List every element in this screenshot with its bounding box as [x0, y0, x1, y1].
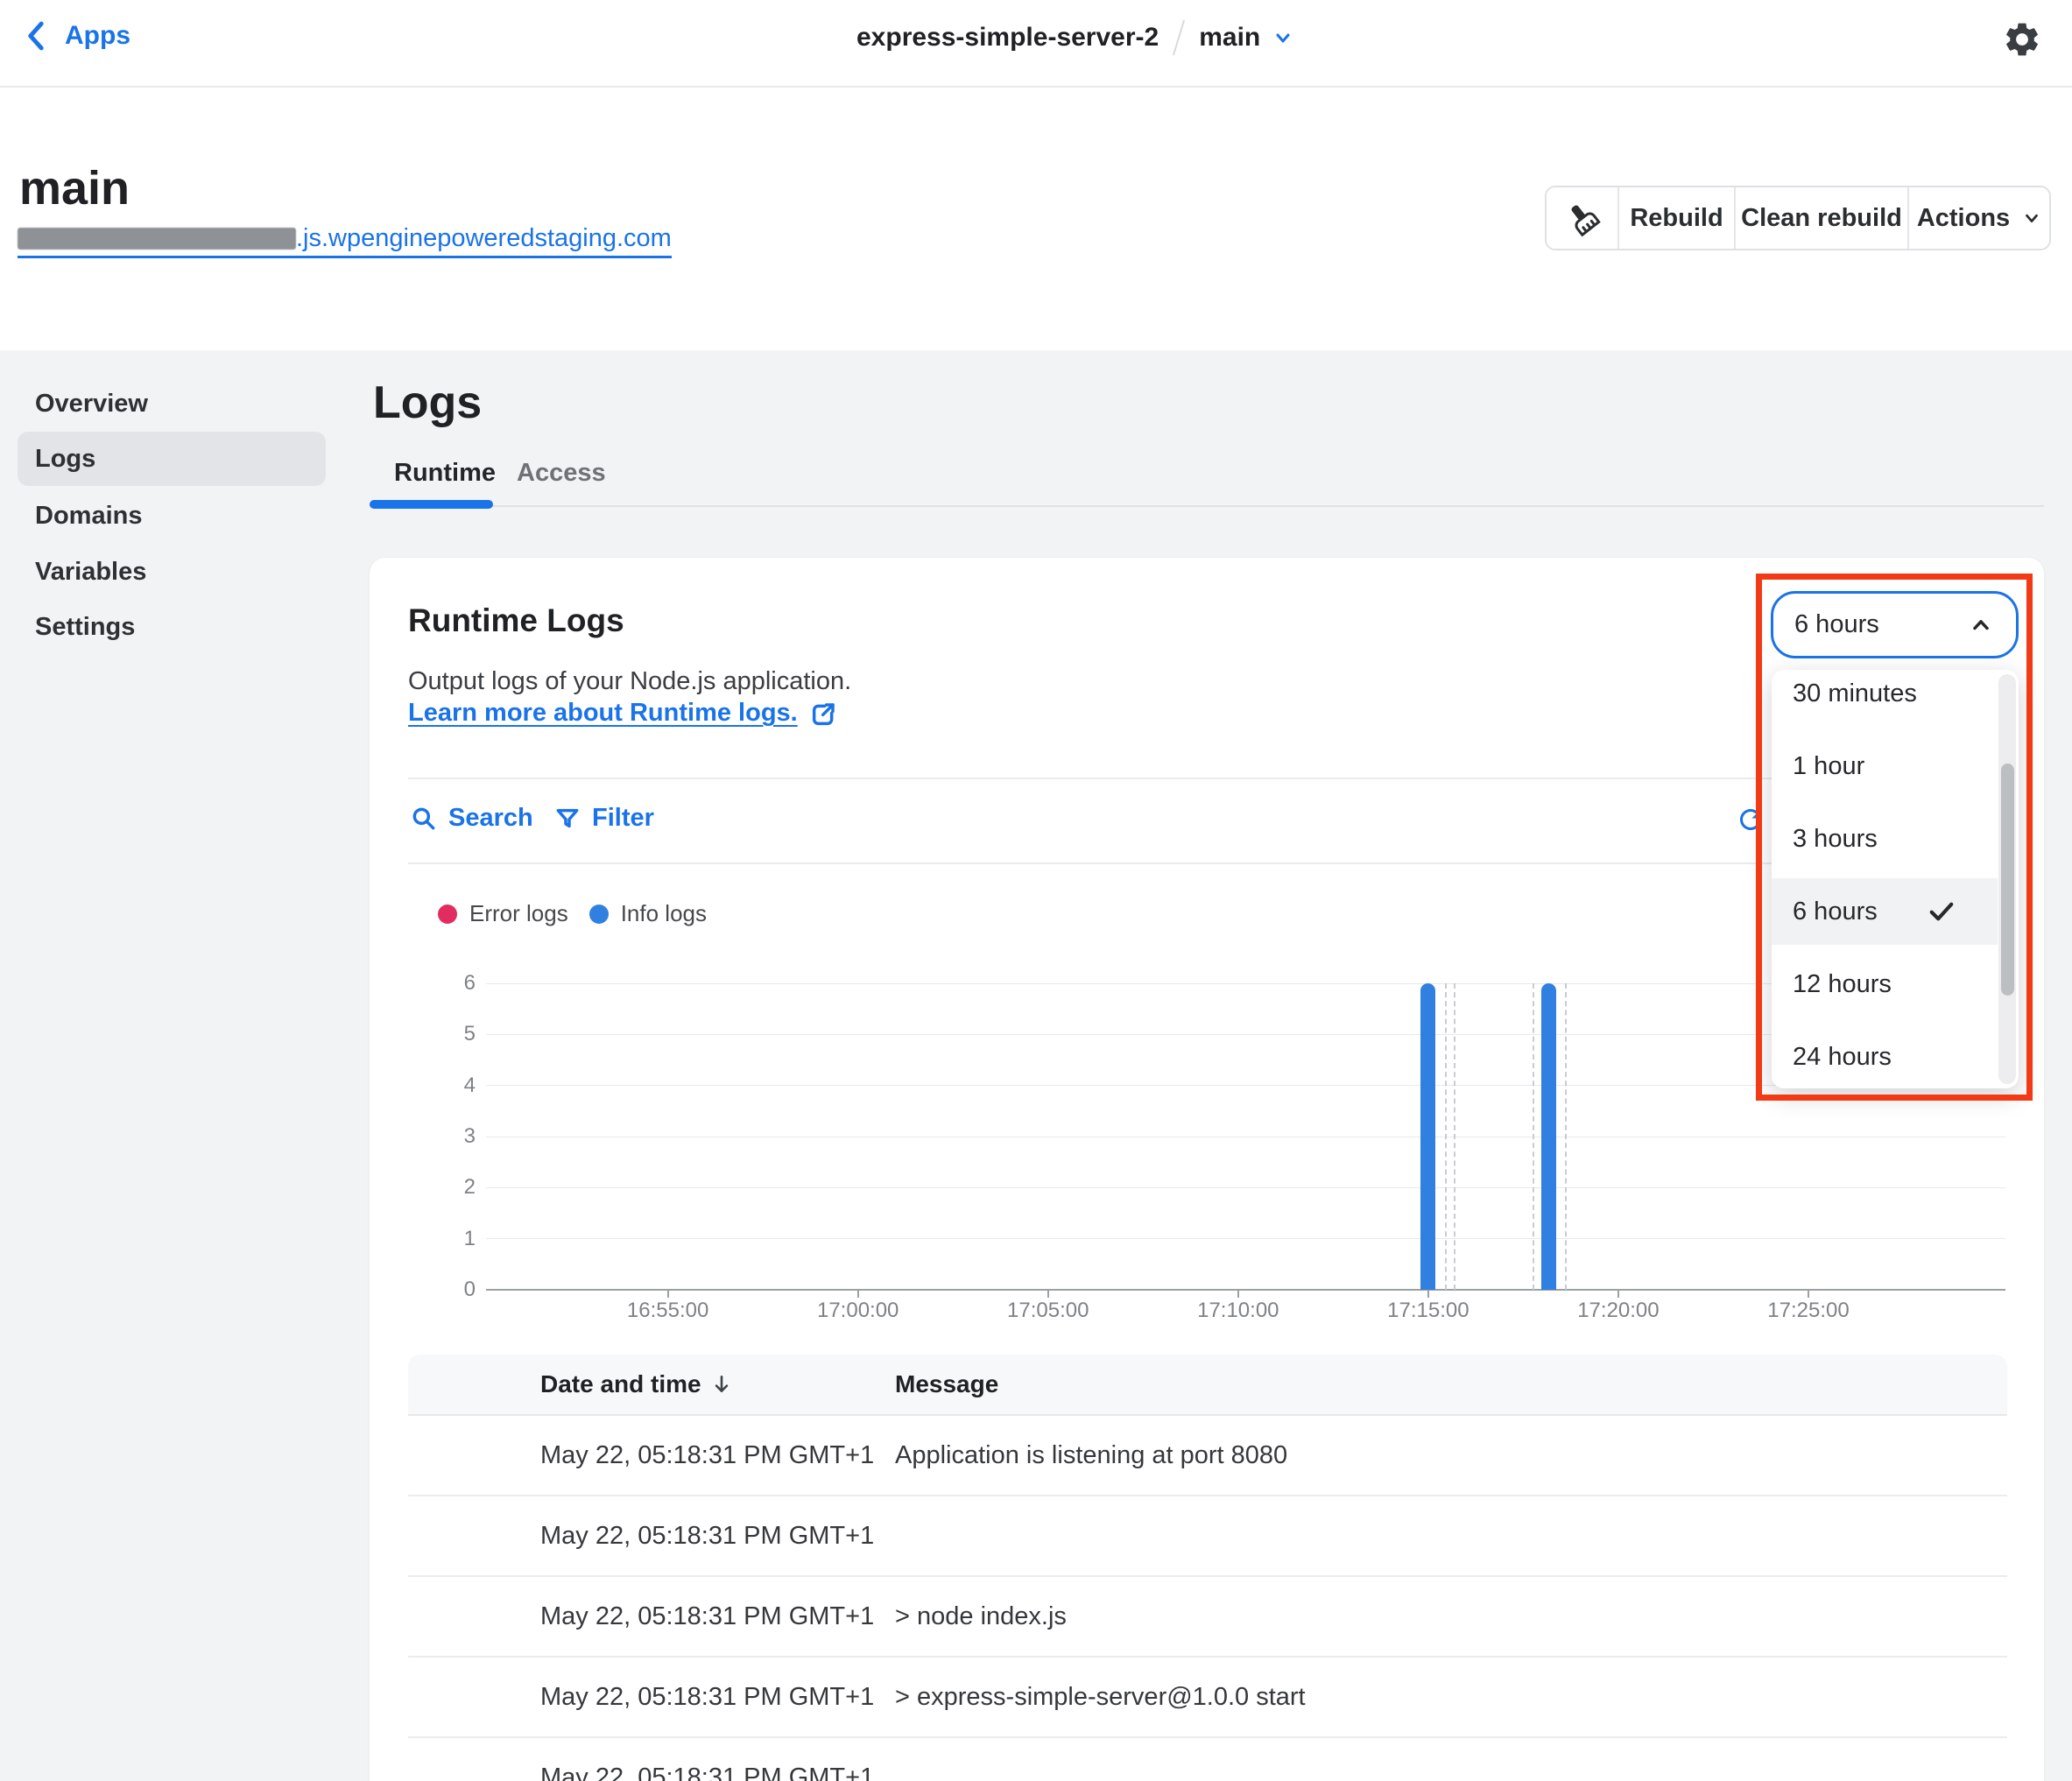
sidebar-item-label: Logs	[35, 445, 95, 474]
table-row[interactable]: May 22, 05:18:31 PM GMT+1 > node index.j…	[408, 1577, 2007, 1658]
external-link-icon	[810, 700, 838, 728]
sidebar-item-domains[interactable]: Domains	[18, 489, 326, 543]
rebuild-button[interactable]: Rebuild	[1619, 187, 1734, 249]
divider	[408, 778, 2007, 779]
dropdown-scrollbar-thumb[interactable]	[2001, 764, 2014, 996]
sidebar-item-variables[interactable]: Variables	[18, 545, 326, 599]
actions-button-label: Actions	[1917, 204, 2010, 233]
table-row[interactable]: May 22, 05:18:31 PM GMT+1 Application is…	[408, 1416, 2007, 1496]
info-logs-dot-icon	[589, 905, 609, 924]
back-link-label: Apps	[65, 21, 130, 51]
rebuild-button-label: Rebuild	[1630, 204, 1723, 233]
settings-gear-icon[interactable]	[2002, 19, 2042, 60]
legend-label-info: Info logs	[621, 900, 707, 927]
search-button[interactable]: Search	[410, 804, 533, 833]
logs-table-header: Date and time Message	[408, 1355, 2007, 1416]
column-header-message-label: Message	[895, 1370, 998, 1397]
page-environment-title: main	[19, 161, 130, 215]
legend-label-error: Error logs	[469, 900, 568, 927]
log-datetime-cell: May 22, 05:18:31 PM GMT+1	[408, 1602, 895, 1631]
table-row[interactable]: May 22, 05:18:31 PM GMT+1 > express-simp…	[408, 1658, 2007, 1738]
environment-chevron-down-icon[interactable]	[1272, 27, 1293, 48]
actions-chevron-down-icon	[2022, 208, 2041, 228]
breadcrumb-app-name: express-simple-server-2	[856, 23, 1159, 53]
app-window: Apps express-simple-server-2 main main .…	[0, 0, 2072, 1781]
search-icon	[410, 805, 438, 833]
tabs-bottom-border	[370, 505, 2044, 507]
menu-option-label: 24 hours	[1793, 1043, 1892, 1072]
menu-option-30-minutes[interactable]: 30 minutes	[1772, 670, 1998, 727]
broom-icon	[1560, 196, 1604, 241]
sort-descending-arrow-icon	[710, 1373, 733, 1396]
log-datetime-cell: May 22, 05:18:31 PM GMT+1	[408, 1683, 895, 1712]
menu-option-label: 30 minutes	[1793, 679, 1917, 708]
breadcrumb: express-simple-server-2 main	[856, 19, 1293, 56]
column-header-date-label: Date and time	[540, 1370, 701, 1398]
filter-funnel-icon	[553, 805, 581, 833]
menu-option-1-hour[interactable]: 1 hour	[1772, 733, 1998, 799]
environment-actions-button-group: Rebuild Clean rebuild Actions	[1545, 186, 2051, 250]
page-title: Logs	[373, 377, 482, 429]
menu-option-6-hours[interactable]: 6 hours	[1772, 878, 1998, 945]
sidebar-item-settings[interactable]: Settings	[18, 600, 326, 654]
sidebar-item-label: Variables	[35, 558, 146, 587]
refresh-icon[interactable]	[1735, 804, 1766, 835]
redacted-url-blur	[18, 228, 296, 250]
active-tab-underline	[370, 500, 493, 509]
log-datetime-cell: May 22, 05:18:31 PM GMT+1	[408, 1522, 895, 1551]
menu-option-label: 6 hours	[1793, 898, 1878, 926]
learn-more-label: Learn more about Runtime logs.	[408, 699, 798, 728]
learn-more-link[interactable]: Learn more about Runtime logs.	[408, 699, 838, 728]
time-range-dropdown-button[interactable]: 6 hours	[1771, 591, 2019, 658]
sidebar-item-label: Settings	[35, 613, 135, 642]
legend-entry-info: Info logs	[589, 900, 707, 927]
time-range-dropdown-menu: 30 minutes 1 hour 3 hours 6 hours 12 hou…	[1772, 670, 2019, 1088]
actions-menu-button[interactable]: Actions	[1909, 187, 2049, 249]
menu-option-label: 12 hours	[1793, 970, 1892, 999]
search-label: Search	[448, 804, 533, 833]
breadcrumb-separator	[1173, 20, 1185, 56]
log-message-cell: > express-simple-server@1.0.0 start	[895, 1683, 2007, 1712]
log-datetime-cell: May 22, 05:18:31 PM GMT+1	[408, 1441, 895, 1470]
panel-title: Runtime Logs	[408, 602, 624, 639]
column-header-date[interactable]: Date and time	[408, 1370, 895, 1398]
checkmark-icon	[1926, 896, 1957, 927]
menu-option-12-hours[interactable]: 12 hours	[1772, 951, 1998, 1017]
divider	[408, 862, 2007, 864]
tab-access[interactable]: Access	[517, 459, 606, 488]
column-header-message: Message	[895, 1370, 2007, 1398]
logs-table: Date and time Message May 22, 05:18:31 P…	[408, 1355, 2007, 1781]
legend-entry-error: Error logs	[438, 900, 568, 927]
menu-option-24-hours[interactable]: 24 hours	[1772, 1024, 1998, 1088]
table-row[interactable]: May 22, 05:18:31 PM GMT+1	[408, 1496, 2007, 1577]
error-logs-dot-icon	[438, 905, 457, 924]
menu-option-label: 3 hours	[1793, 825, 1878, 854]
filter-label: Filter	[592, 804, 654, 833]
sidebar-item-label: Domains	[35, 502, 142, 531]
log-message-cell: Application is listening at port 8080	[895, 1441, 2007, 1470]
back-chevron-icon	[25, 21, 47, 51]
menu-option-3-hours[interactable]: 3 hours	[1772, 806, 1998, 872]
environment-url-link[interactable]: .js.wpenginepoweredstaging.com	[18, 224, 672, 258]
sidebar-item-label: Overview	[35, 390, 148, 419]
filter-button[interactable]: Filter	[553, 804, 654, 833]
log-message-cell: > node index.js	[895, 1602, 2007, 1631]
back-to-apps-link[interactable]: Apps	[25, 21, 130, 51]
sidebar-item-logs[interactable]: Logs	[18, 432, 326, 486]
table-row[interactable]: May 22, 05:18:31 PM GMT+1	[408, 1738, 2007, 1781]
log-datetime-cell: May 22, 05:18:31 PM GMT+1	[408, 1763, 895, 1781]
breadcrumb-environment[interactable]: main	[1199, 23, 1260, 53]
tab-runtime[interactable]: Runtime	[394, 459, 496, 488]
clean-rebuild-button[interactable]: Clean rebuild	[1736, 187, 1907, 249]
clean-rebuild-button-label: Clean rebuild	[1741, 204, 1902, 233]
sidebar-item-overview[interactable]: Overview	[18, 377, 326, 431]
menu-option-label: 1 hour	[1793, 752, 1864, 781]
chevron-up-icon	[1969, 613, 1993, 637]
clean-cache-broom-button[interactable]	[1547, 187, 1617, 249]
time-range-selected-value: 6 hours	[1794, 610, 1879, 639]
url-visible-text: .js.wpenginepoweredstaging.com	[296, 224, 672, 253]
chart-legend: Error logs Info logs	[438, 900, 707, 927]
panel-description: Output logs of your Node.js application.	[408, 667, 851, 696]
